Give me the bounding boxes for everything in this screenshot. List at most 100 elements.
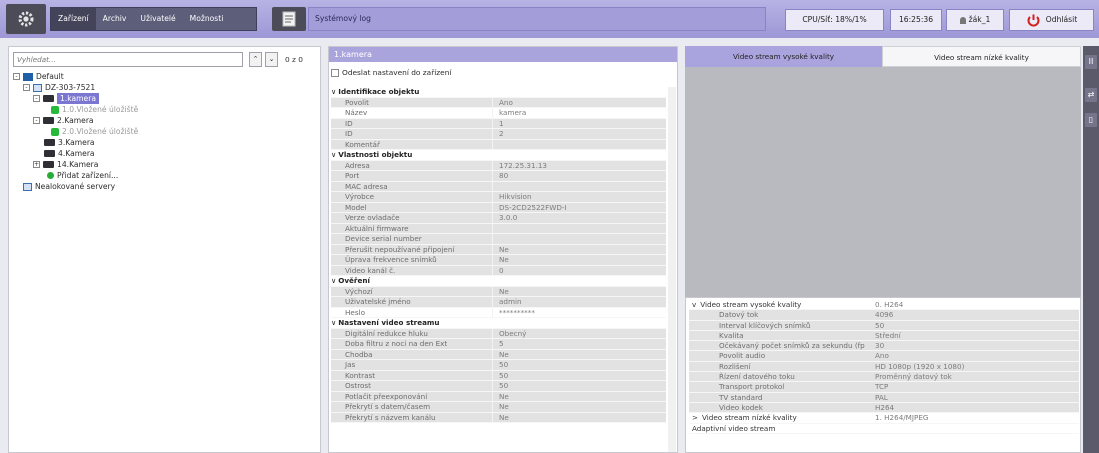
property-value[interactable]: Ne xyxy=(493,392,666,402)
property-section[interactable]: ∨ Identifikace objektu xyxy=(331,87,666,98)
property-row[interactable]: Přerušit nepoužívané připojení Ne xyxy=(331,244,666,255)
collapse-toggle[interactable]: - xyxy=(23,84,30,91)
property-value[interactable]: Ne xyxy=(493,287,666,297)
stream-property-row[interactable]: TV standard PAL xyxy=(689,392,1079,403)
property-value[interactable]: 5 xyxy=(493,339,666,349)
collapse-toggle[interactable]: - xyxy=(33,95,40,102)
property-section[interactable]: ∨ Vlastnosti objektu xyxy=(331,150,666,161)
stream-property-row[interactable]: Kvalita Střední xyxy=(689,330,1079,342)
property-row[interactable]: Model DS-2CD2522FWD-I xyxy=(331,202,666,213)
stream-property-value[interactable]: HD 1080p (1920 x 1080) xyxy=(871,362,1079,371)
stream-property-value[interactable]: 0. H264 xyxy=(871,300,1079,309)
property-value[interactable]: Ne xyxy=(493,350,666,360)
property-value[interactable]: 50 xyxy=(493,381,666,391)
property-value[interactable]: 2 xyxy=(493,129,666,139)
property-row[interactable]: Úprava frekvence snímků Ne xyxy=(331,255,666,266)
tab-low-quality-stream[interactable]: Video stream nízké kvality xyxy=(882,46,1081,67)
property-value[interactable]: 3.0.0 xyxy=(493,213,666,223)
tree-node-camera-14[interactable]: + 14.Kamera xyxy=(33,159,98,170)
tree-node-camera-3[interactable]: 3.Kamera xyxy=(44,137,95,148)
property-value[interactable]: Ano xyxy=(493,98,666,108)
stream-property-value[interactable]: 1. H264/MJPEG xyxy=(871,413,1079,422)
expand-toggle[interactable]: + xyxy=(33,161,40,168)
property-section[interactable]: ∨ Ověření xyxy=(331,276,666,287)
tab-users[interactable]: Uživatelé xyxy=(133,8,182,30)
property-row[interactable]: Adresa 172.25.31.13 xyxy=(331,160,666,171)
tree-search-input[interactable] xyxy=(13,52,243,67)
property-row[interactable]: Chodba Ne xyxy=(331,349,666,360)
property-value[interactable] xyxy=(493,140,666,150)
property-row[interactable]: Výchozí Ne xyxy=(331,286,666,297)
stream-property-value[interactable]: Proměnný datový tok xyxy=(871,372,1079,381)
stream-property-row[interactable]: Interval klíčových snímků 50 xyxy=(689,320,1079,331)
property-row[interactable]: Verze ovladače 3.0.0 xyxy=(331,213,666,224)
property-row[interactable]: Video kanál č. 0 xyxy=(331,265,666,276)
tree-node-camera-1[interactable]: - 1.kamera xyxy=(33,93,100,104)
property-row[interactable]: Aktuální firmware xyxy=(331,223,666,234)
stream-property-value[interactable]: 4096 xyxy=(871,310,1079,319)
properties-scrollbar[interactable] xyxy=(668,87,676,452)
stream-property-value[interactable]: Ano xyxy=(871,351,1079,360)
property-value[interactable]: Hikvision xyxy=(493,192,666,202)
stream-property-value[interactable]: 30 xyxy=(871,341,1079,350)
stream-property-row[interactable]: Očekávaný počet snímků za sekundu (fp 30 xyxy=(689,341,1079,352)
tree-node-default[interactable]: - Default xyxy=(13,71,64,82)
property-row[interactable]: ID 2 xyxy=(331,129,666,140)
stream-property-row[interactable]: Datový tok 4096 xyxy=(689,310,1079,321)
property-row[interactable]: Port 80 xyxy=(331,171,666,182)
property-value[interactable] xyxy=(493,182,666,192)
property-row[interactable]: Ostrost 50 xyxy=(331,381,666,392)
property-value[interactable]: 50 xyxy=(493,371,666,381)
property-row[interactable]: Doba filtru z noci na den Ext 5 xyxy=(331,339,666,350)
stream-property-value[interactable]: PAL xyxy=(871,393,1079,402)
tab-archive[interactable]: Archiv xyxy=(96,8,134,30)
property-value[interactable]: DS-2CD2522FWD-I xyxy=(493,203,666,213)
property-value[interactable]: Ne xyxy=(493,413,666,423)
stream-property-value[interactable]: TCP xyxy=(871,382,1079,391)
property-value[interactable] xyxy=(493,234,666,244)
search-next-button[interactable]: ⌄ xyxy=(265,52,278,67)
property-row[interactable]: Překrytí s datem/časem Ne xyxy=(331,402,666,413)
stream-property-row[interactable]: Povolit audio Ano xyxy=(689,351,1079,362)
collapse-toggle[interactable]: - xyxy=(33,117,40,124)
chevron-down-icon[interactable]: v xyxy=(692,300,696,309)
property-value[interactable]: Obecný xyxy=(493,329,666,339)
stream-group-row[interactable]: v Video stream vysoké kvality 0. H264 xyxy=(689,300,1079,311)
property-value[interactable]: Ne xyxy=(493,402,666,412)
tree-node-camera-2[interactable]: - 2.Kamera xyxy=(33,115,94,126)
property-row[interactable]: ID 1 xyxy=(331,118,666,129)
pause-icon[interactable]: II xyxy=(1085,55,1097,69)
stream-property-value[interactable]: 50 xyxy=(871,321,1079,330)
property-row[interactable]: Povolit Ano xyxy=(331,97,666,108)
stream-group-row[interactable]: Adaptivní video stream xyxy=(689,423,1079,434)
tab-high-quality-stream[interactable]: Video stream vysoké kvality xyxy=(685,46,882,67)
property-section[interactable]: ∨ Nastavení video streamu xyxy=(331,318,666,329)
logout-button[interactable]: Odhlásit xyxy=(1009,9,1094,31)
user-indicator[interactable]: žák_1 xyxy=(946,9,1004,31)
property-value[interactable]: Ne xyxy=(493,255,666,265)
property-value[interactable]: 80 xyxy=(493,171,666,181)
property-row[interactable]: Překrytí s názvem kanálu Ne xyxy=(331,412,666,423)
search-prev-button[interactable]: ⌃ xyxy=(249,52,262,67)
panel-toggle-icon[interactable]: ▯ xyxy=(1085,113,1097,127)
collapse-toggle[interactable]: - xyxy=(13,73,20,80)
property-row[interactable]: Jas 50 xyxy=(331,360,666,371)
property-value[interactable]: 0 xyxy=(493,266,666,276)
property-value[interactable]: 172.25.31.13 xyxy=(493,161,666,171)
tree-node-storage-1[interactable]: 1.0.Vložené úložiště xyxy=(51,104,138,115)
tree-node-add-device[interactable]: Přidat zařízení... xyxy=(47,170,118,181)
property-value[interactable]: admin xyxy=(493,297,666,307)
property-row[interactable]: Komentář xyxy=(331,139,666,150)
stream-property-row[interactable]: Rozlišení HD 1080p (1920 x 1080) xyxy=(689,361,1079,373)
send-settings-checkbox[interactable] xyxy=(331,68,339,77)
stream-property-value[interactable]: Střední xyxy=(871,331,1079,340)
send-settings-row[interactable]: Odeslat nastavení do zařízení xyxy=(331,68,451,77)
stream-group-row[interactable]: > Video stream nízké kvality 1. H264/MJPEG xyxy=(689,413,1079,424)
property-row[interactable]: Název kamera xyxy=(331,108,666,119)
tab-system-log[interactable]: Systémový log xyxy=(308,7,766,31)
chevron-right-icon[interactable]: > xyxy=(692,413,698,422)
log-document-icon[interactable] xyxy=(272,7,306,31)
property-value[interactable]: 1 xyxy=(493,119,666,129)
stream-property-row[interactable]: Transport protokol TCP xyxy=(689,382,1079,393)
stream-property-row[interactable]: Video kodek H264 xyxy=(689,402,1079,414)
